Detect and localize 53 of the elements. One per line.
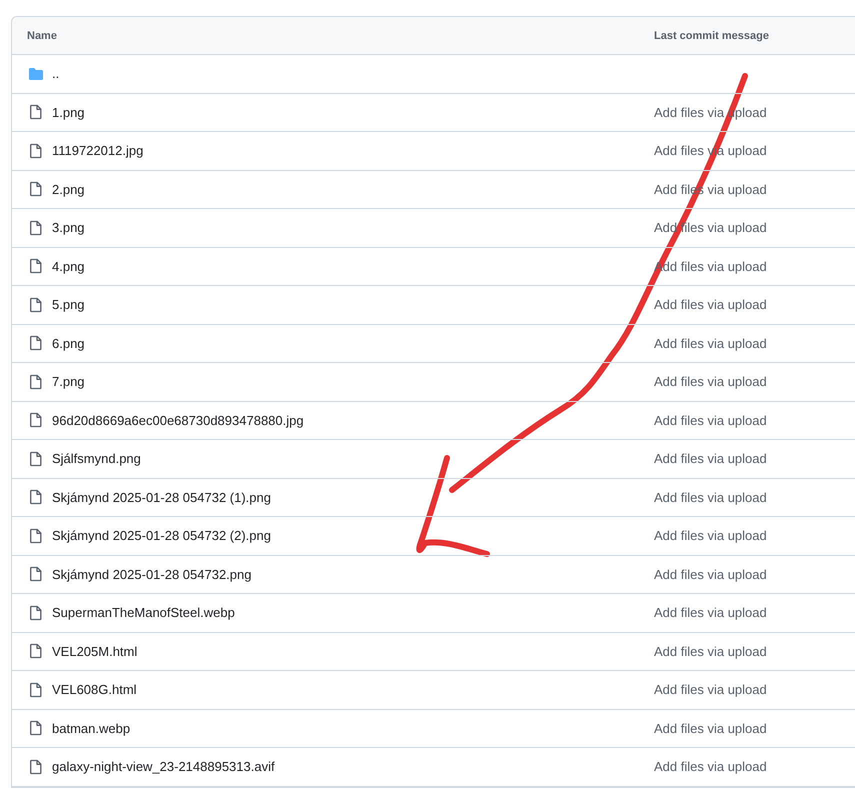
- file-link[interactable]: 3.png: [52, 220, 85, 236]
- commit-message[interactable]: Add files via upload: [654, 682, 855, 698]
- file-icon: [28, 220, 44, 236]
- file-link[interactable]: 5.png: [52, 297, 85, 312]
- commit-message[interactable]: Add files via upload: [654, 336, 855, 351]
- commit-message[interactable]: Add files via upload: [654, 644, 855, 659]
- file-link[interactable]: VEL205M.html: [52, 644, 138, 659]
- commit-message[interactable]: Add files via upload: [654, 759, 855, 774]
- commit-message[interactable]: Add files via upload: [654, 374, 855, 390]
- commit-message[interactable]: Add files via upload: [654, 297, 855, 312]
- file-icon: [28, 181, 44, 198]
- file-link[interactable]: ..: [52, 66, 60, 82]
- file-icon: [28, 104, 44, 120]
- file-icon: [28, 720, 44, 736]
- commit-message[interactable]: Add files via upload: [654, 566, 855, 582]
- file-link[interactable]: SupermanTheManofSteel.webp: [52, 605, 235, 620]
- file-icon: [28, 528, 44, 544]
- file-link[interactable]: 1.png: [52, 104, 85, 120]
- commit-message[interactable]: Add files via upload: [654, 490, 855, 505]
- file-icon: [28, 296, 44, 313]
- file-link[interactable]: 96d20d8669a6ec00e68730d893478880.jpg: [52, 412, 304, 428]
- file-link[interactable]: Skjámynd 2025-01-28 054732 (2).png: [52, 528, 271, 544]
- file-icon: [28, 489, 44, 506]
- column-header: Last commit message: [654, 30, 770, 42]
- file-link[interactable]: 6.png: [52, 336, 85, 351]
- commit-message[interactable]: Add files via upload: [654, 720, 855, 736]
- file-icon: [28, 682, 44, 698]
- file-icon: [28, 258, 44, 274]
- column-header: Name: [26, 30, 58, 42]
- file-icon: [28, 566, 44, 582]
- file-icon: [28, 450, 44, 467]
- file-link[interactable]: Sjálfsmynd.png: [52, 451, 141, 466]
- commit-message[interactable]: Add files via upload: [654, 528, 855, 544]
- folder-icon: [28, 66, 44, 82]
- file-link[interactable]: 4.png: [52, 258, 85, 274]
- file-icon: [28, 604, 44, 621]
- file-icon: [28, 335, 44, 352]
- file-link[interactable]: galaxy-night-view_23-2148895313.avif: [52, 759, 275, 774]
- file-link[interactable]: batman.webp: [52, 720, 130, 736]
- file-link[interactable]: VEL608G.html: [52, 682, 137, 698]
- commit-message[interactable]: Add files via upload: [654, 451, 855, 466]
- file-icon: [28, 412, 44, 428]
- file-icon: [28, 758, 44, 775]
- file-link[interactable]: 2.png: [52, 182, 85, 197]
- file-link[interactable]: Skjámynd 2025-01-28 054732.png: [52, 566, 252, 582]
- commit-message[interactable]: Add files via upload: [654, 605, 855, 620]
- file-icon: [28, 374, 44, 390]
- commit-message[interactable]: Add files via upload: [654, 412, 855, 428]
- file-link[interactable]: Skjámynd 2025-01-28 054732 (1).png: [52, 490, 271, 505]
- file-link[interactable]: 7.png: [52, 374, 85, 390]
- file-link[interactable]: 1119722012.jpg: [52, 143, 144, 158]
- file-icon: [28, 643, 44, 660]
- file-icon: [28, 142, 44, 159]
